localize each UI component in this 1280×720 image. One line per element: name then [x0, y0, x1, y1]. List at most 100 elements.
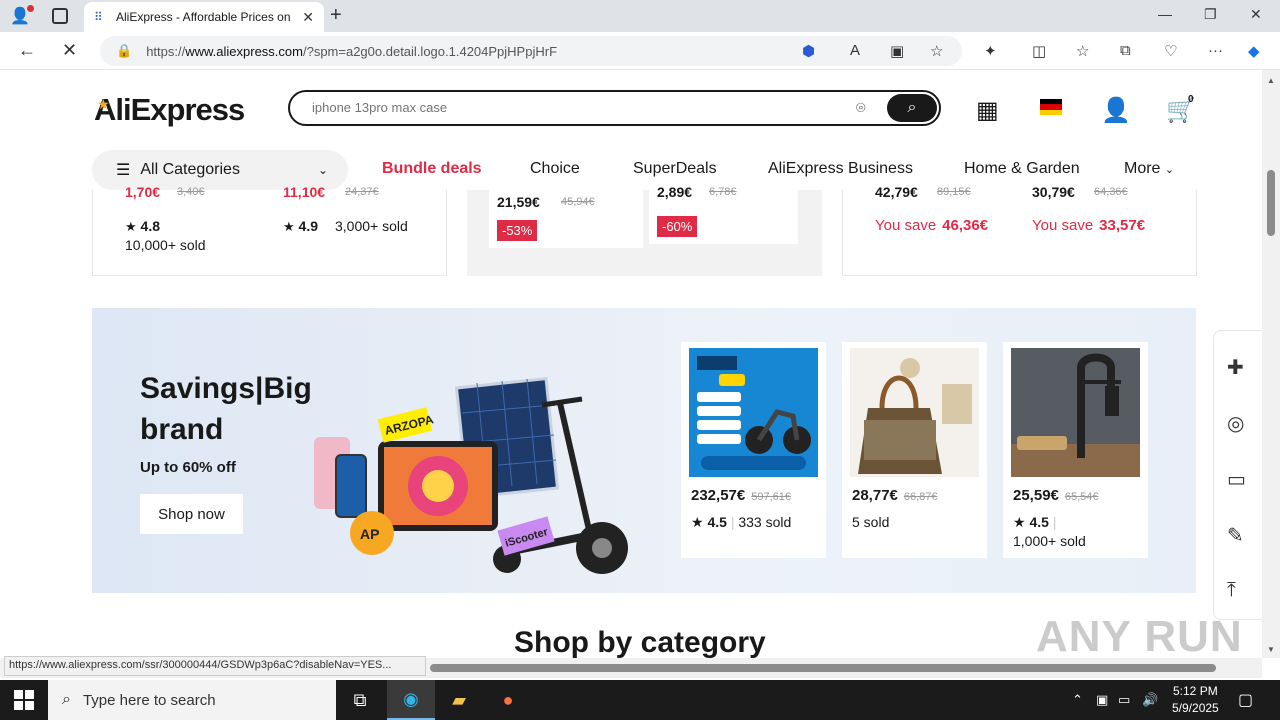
task-view-icon[interactable]: ⧉ — [336, 680, 384, 720]
logo-star-icon: ★ — [97, 96, 110, 112]
product-strip: 1,70€ 3,40€ ★ 4.8 10,000+ sold 11,10€ 24… — [0, 184, 1262, 280]
browser-tab-active[interactable]: ⠿ AliExpress - Affordable Prices on ✕ — [84, 2, 324, 32]
product-old-price: 24,37€ — [345, 186, 379, 198]
product-old-price: 6,78€ — [709, 186, 737, 198]
you-save-text: You save 46,36€ — [875, 217, 989, 234]
taskbar-search[interactable]: ⌕ Type here to search — [48, 680, 336, 720]
scroll-up-icon: ▲ — [1267, 76, 1275, 85]
nav-superdeals[interactable]: SuperDeals — [633, 160, 717, 178]
restore-icon[interactable]: ❐ — [1204, 6, 1217, 23]
back-icon[interactable]: ← — [18, 40, 36, 61]
status-bar-url: https://www.aliexpress.com/ssr/300000444… — [4, 656, 426, 676]
star-icon: ★ — [1013, 514, 1026, 530]
immersive-reader-icon[interactable]: ▣ — [890, 42, 904, 60]
banner-product-card[interactable]: 232,57€ 597,61€ ★ 4.5 | 333 sold — [681, 342, 826, 558]
more-options-icon[interactable]: ··· — [1208, 42, 1223, 59]
tab-title: AliExpress - Affordable Prices on — [116, 10, 291, 24]
tab-actions-icon[interactable] — [52, 8, 68, 24]
tray-device-icon[interactable]: ▣ — [1096, 692, 1108, 708]
split-screen-icon[interactable]: ◫ — [1032, 42, 1046, 60]
product-price: 232,57€ 597,61€ — [691, 487, 791, 504]
clock-time: 5:12 PM — [1173, 684, 1218, 698]
puzzle-icon[interactable]: ✚ — [1227, 355, 1244, 380]
search-bar: ⌾ ⌕ — [288, 90, 941, 126]
germany-flag-icon[interactable] — [1040, 99, 1062, 115]
favorite-star-icon[interactable]: ☆ — [930, 42, 943, 60]
taskbar-clock[interactable]: 5:12 PM 5/9/2025 — [1172, 683, 1219, 717]
new-tab-icon[interactable]: + — [330, 4, 342, 27]
clock-date: 5/9/2025 — [1172, 701, 1219, 715]
cart-count-badge: 0 — [1188, 94, 1194, 105]
address-toolbar: ← ✕ 🔒 https://www.aliexpress.com/?spm=a2… — [0, 32, 1280, 70]
scroll-thumb[interactable] — [1267, 170, 1275, 236]
search-button[interactable]: ⌕ — [887, 94, 937, 122]
menu-icon: ☰ — [116, 162, 131, 179]
product-old-price: 89,15€ — [937, 186, 971, 198]
product-card[interactable]: 21,59€ 45,94€ -53% — [489, 190, 643, 248]
product-price: 1,70€ — [125, 184, 161, 200]
product-price: 42,79€ — [875, 184, 918, 200]
extensions-icon[interactable]: ✦ — [984, 42, 997, 60]
app-qr-icon[interactable]: ▦ — [976, 96, 999, 125]
tray-chevron-icon[interactable]: ⌃ — [1072, 692, 1083, 708]
close-tab-icon[interactable]: ✕ — [302, 9, 314, 26]
chevron-down-icon: ⌄ — [317, 163, 328, 177]
fingerprint-icon[interactable]: ◎ — [1227, 411, 1244, 436]
stop-loading-icon[interactable]: ✕ — [62, 40, 77, 61]
file-explorer-icon[interactable]: ▰ — [435, 680, 483, 720]
lock-icon: 🔒 — [116, 43, 133, 58]
vertical-scrollbar[interactable]: ▲ ▼ — [1262, 70, 1280, 658]
floating-tools: ✚ ◎ ▭ ✎ ⤒ — [1213, 330, 1262, 620]
product-card[interactable]: 2,89€ 6,78€ -60% — [649, 184, 798, 244]
volume-icon[interactable]: 🔊 — [1142, 692, 1158, 708]
account-icon[interactable]: 👤 — [1101, 96, 1131, 125]
extension-badge-icon[interactable]: ⬢ — [802, 42, 815, 60]
product-group-right: 42,79€ 89,15€ You save 46,36€ 30,79€ 64,3… — [842, 184, 1197, 276]
windows-start-icon[interactable] — [14, 690, 34, 710]
collections-icon[interactable]: ⧉ — [1120, 42, 1131, 59]
nav-aliexpress-business[interactable]: AliExpress Business — [768, 160, 913, 178]
url-field[interactable]: 🔒 https://www.aliexpress.com/?spm=a2g0o.… — [100, 36, 962, 66]
nav-bundle-deals[interactable]: Bundle deals — [382, 160, 482, 178]
nav-home-garden[interactable]: Home & Garden — [964, 160, 1080, 178]
url-prefix: https:// — [146, 43, 186, 59]
coupon-icon[interactable]: ▭ — [1227, 467, 1246, 492]
discount-badge: -53% — [497, 220, 538, 241]
savings-banner[interactable]: Savings|Big brand Up to 60% off Shop now… — [92, 308, 1196, 593]
profile-icon[interactable]: 👤 — [10, 5, 34, 26]
star-icon: ★ — [283, 219, 295, 234]
star-icon: ★ — [691, 514, 704, 530]
favorites-icon[interactable]: ☆ — [1076, 42, 1089, 60]
firefox-icon[interactable]: ● — [484, 680, 532, 720]
copilot-icon[interactable]: ◆ — [1248, 42, 1260, 60]
edge-taskbar-icon[interactable]: ◉ — [387, 680, 435, 720]
product-sold: 1,000+ sold — [1013, 533, 1086, 549]
banner-product-card[interactable]: 28,77€ 66,87€ 5 sold — [842, 342, 987, 558]
product-image — [850, 348, 979, 477]
nav-more[interactable]: More ⌄ — [1124, 160, 1174, 178]
product-price: 25,59€ 65,54€ — [1013, 487, 1099, 504]
scroll-down-icon: ▼ — [1267, 645, 1275, 654]
product-image — [689, 348, 818, 477]
read-aloud-icon[interactable]: A — [850, 42, 860, 59]
star-icon: ★ — [125, 219, 137, 234]
section-title: Shop by category — [514, 626, 766, 659]
shop-now-button[interactable]: Shop now — [140, 494, 243, 534]
notifications-icon[interactable]: ▢ — [1238, 690, 1253, 710]
banner-product-card[interactable]: 25,59€ 65,54€ ★ 4.5 | 1,000+ sold — [1003, 342, 1148, 558]
browser-essentials-icon[interactable]: ♡ — [1164, 42, 1177, 60]
edit-feedback-icon[interactable]: ✎ — [1227, 523, 1244, 548]
banner-subtitle: Up to 60% off — [140, 459, 236, 476]
product-old-price: 64,36€ — [1094, 186, 1128, 198]
minimize-icon[interactable]: — — [1158, 6, 1172, 22]
image-search-icon[interactable]: ⌾ — [856, 100, 866, 118]
search-input[interactable] — [312, 100, 812, 115]
nav-choice[interactable]: Choice — [530, 160, 580, 178]
back-to-top-icon[interactable]: ⤒ — [1227, 579, 1236, 602]
close-window-icon[interactable]: ✕ — [1250, 6, 1262, 23]
search-icon: ⌕ — [62, 691, 71, 708]
network-icon[interactable]: ▭ — [1118, 692, 1130, 708]
scroll-thumb[interactable] — [430, 664, 1216, 672]
product-rating: ★ 4.8 — [125, 218, 161, 234]
aliexpress-logo[interactable]: ★ AliExpress — [94, 92, 245, 128]
